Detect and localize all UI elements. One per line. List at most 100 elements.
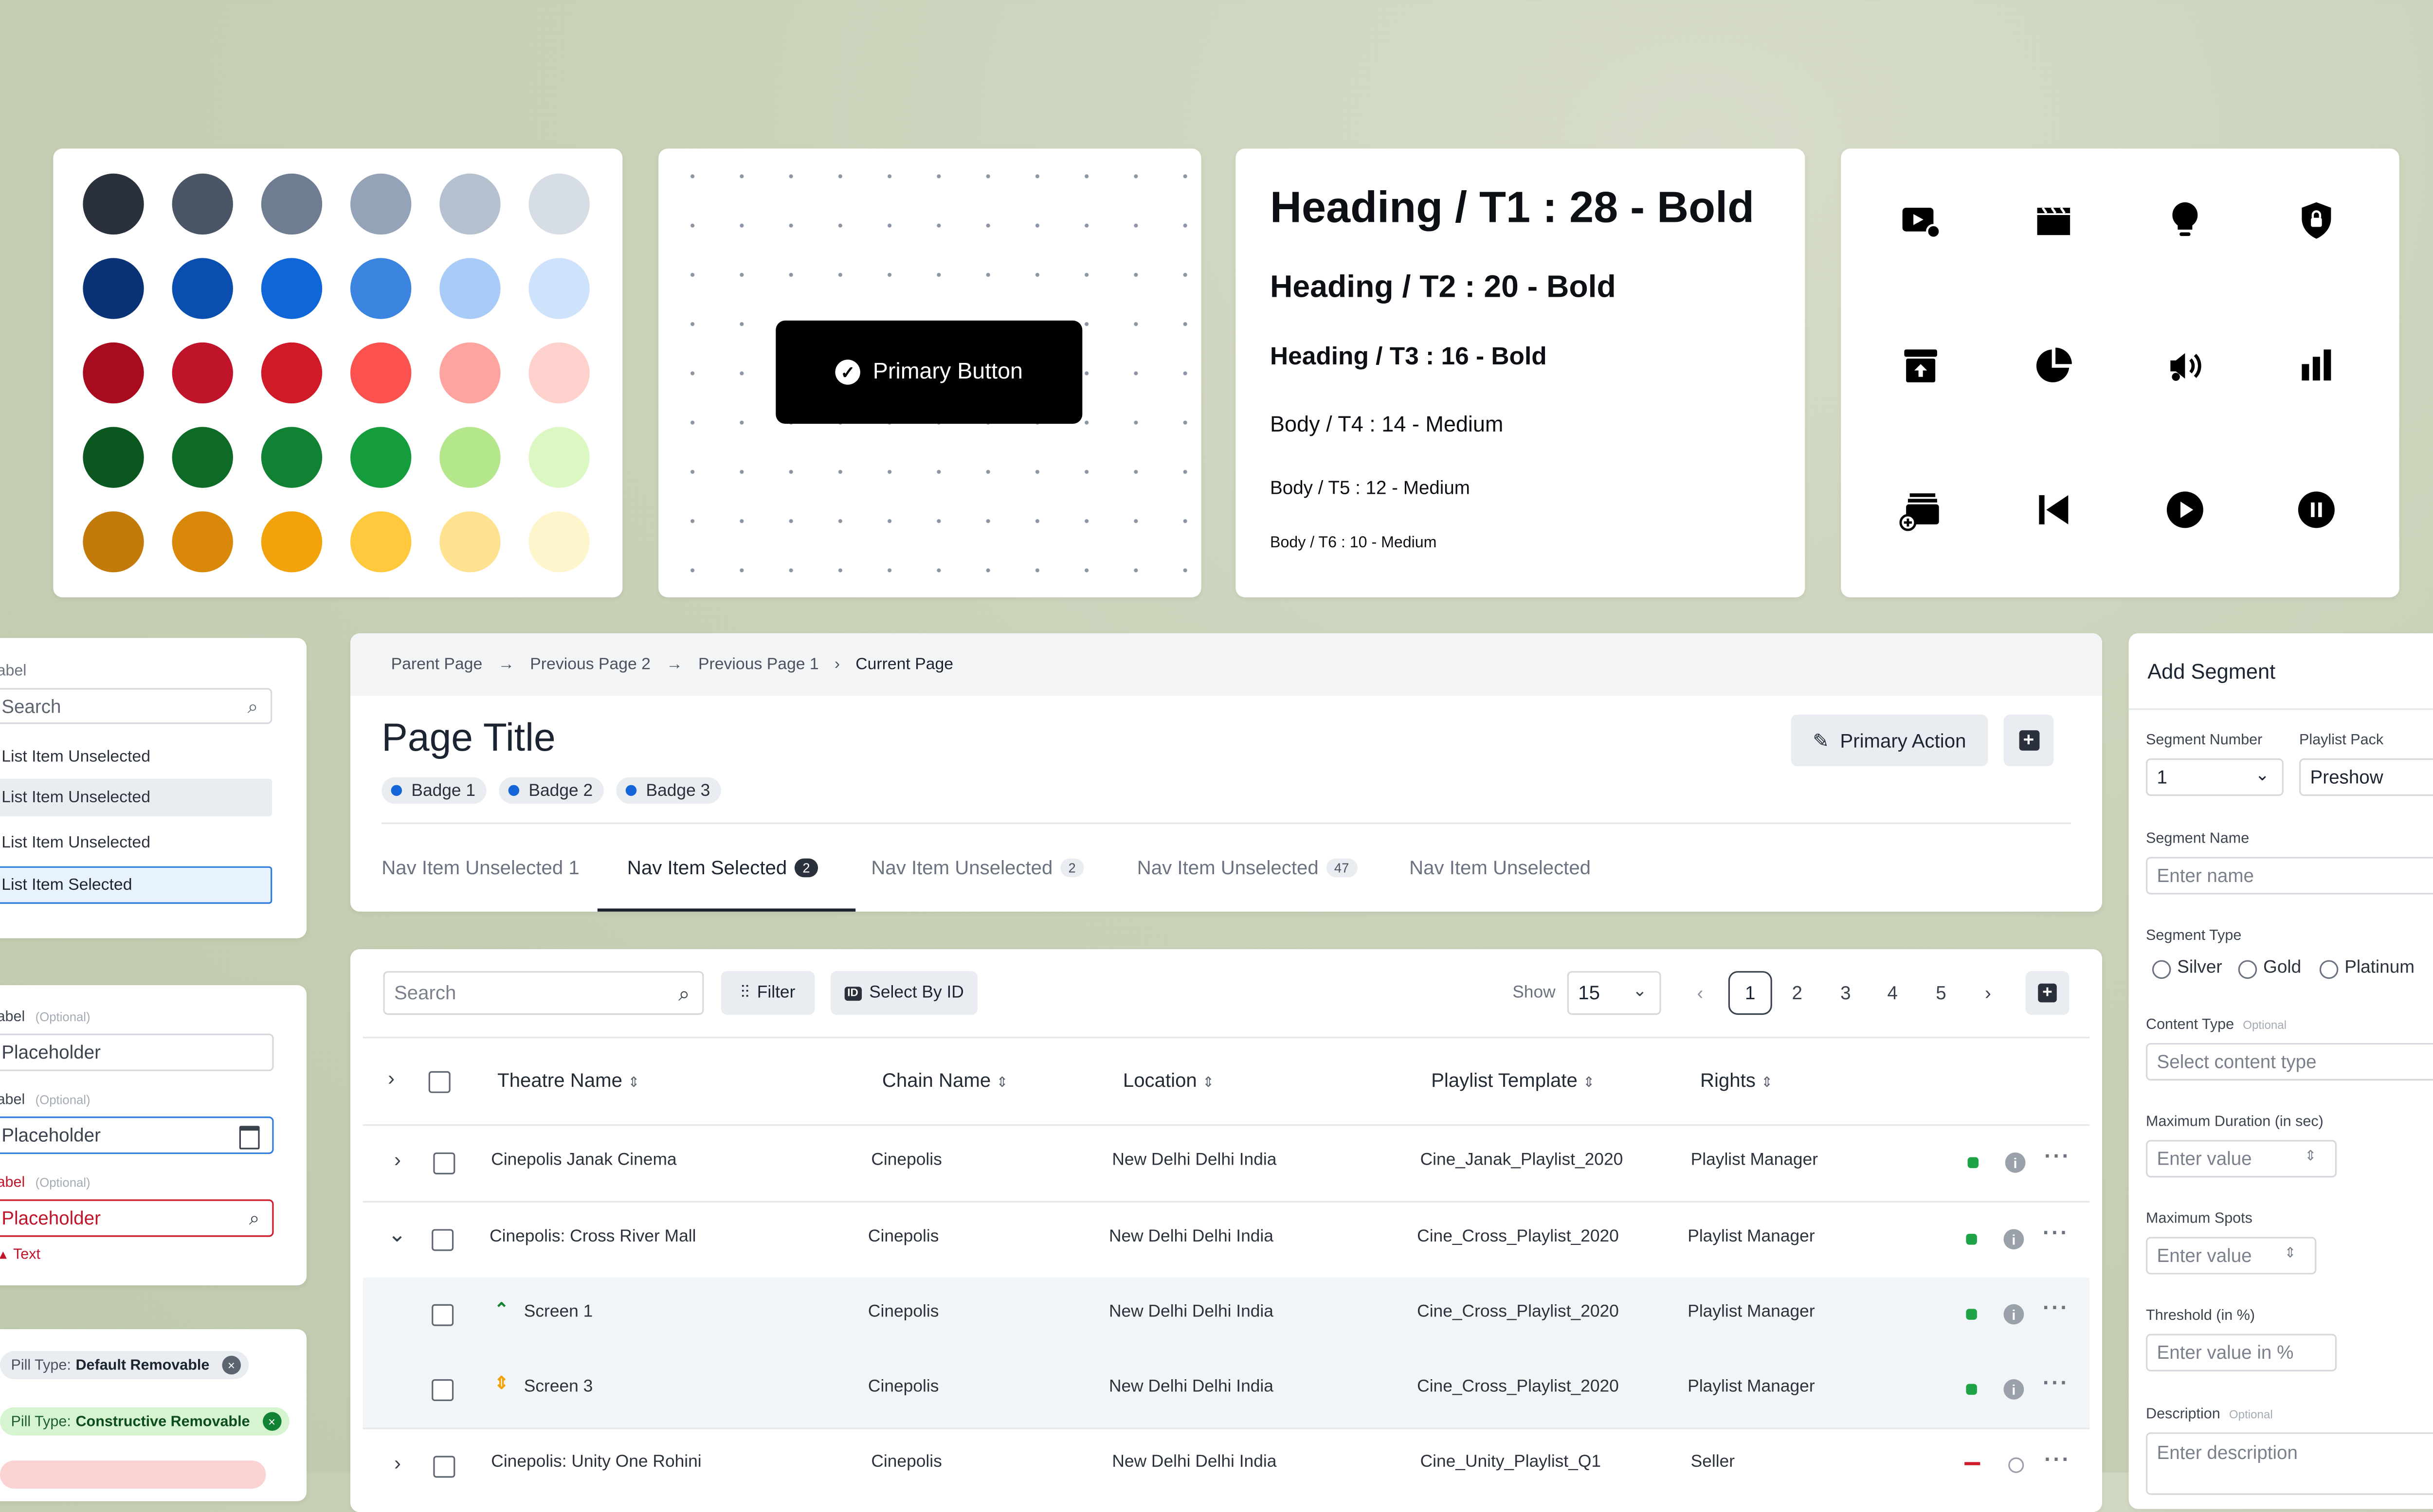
list-search-input[interactable]: Search ⌕ <box>0 688 272 724</box>
more-options-icon[interactable]: ··· <box>2043 1370 2070 1395</box>
color-swatch <box>528 342 590 404</box>
info-icon[interactable]: i <box>2003 1229 2024 1250</box>
info-icon[interactable]: i <box>2003 1379 2024 1400</box>
info-outline-icon[interactable] <box>2008 1457 2024 1473</box>
primary-action-button[interactable]: ✎ Primary Action <box>1791 714 1988 767</box>
pager-next[interactable]: › <box>1966 971 2010 1015</box>
primary-button[interactable]: ✓ Primary Button <box>776 320 1083 424</box>
search-placeholder: Search <box>394 982 456 1004</box>
list-item-selected[interactable]: List Item Selected <box>0 866 272 904</box>
archive-upload-icon <box>1889 335 1952 397</box>
error-field[interactable]: Placeholder ⌕ <box>0 1199 274 1237</box>
threshold-input[interactable]: Enter value in % <box>2146 1333 2337 1371</box>
color-swatch <box>350 342 412 404</box>
close-circle-icon[interactable]: × <box>262 1412 281 1431</box>
column-header-location[interactable]: Location ⇕ <box>1123 1070 1214 1092</box>
pager-page-5[interactable]: 5 <box>1919 971 1963 1015</box>
radio-silver[interactable] <box>2152 960 2171 979</box>
select-by-id-button[interactable]: ID Select By ID <box>830 971 978 1015</box>
breadcrumb-previous-2[interactable]: Previous Page 2 <box>530 655 651 674</box>
stepper-icon[interactable]: ⇕ <box>2305 1148 2316 1165</box>
breadcrumb: Parent Page → Previous Page 2 → Previous… <box>391 655 953 674</box>
close-circle-icon[interactable]: × <box>222 1355 241 1375</box>
check-circle-icon: ✓ <box>835 360 861 385</box>
tab-unselected[interactable]: Nav Item Unselected <box>1409 857 1591 879</box>
table-sub-row[interactable]: ⌃ Screen 1 Cinepolis New Delhi Delhi Ind… <box>363 1278 2090 1352</box>
more-options-icon[interactable]: ··· <box>2043 1295 2070 1319</box>
row-checkbox[interactable] <box>432 1379 454 1402</box>
playlist-pack-field[interactable]: Preshow <box>2299 758 2433 796</box>
row-checkbox[interactable] <box>433 1456 455 1478</box>
pager-page-3[interactable]: 3 <box>1824 971 1868 1015</box>
info-icon[interactable]: i <box>2005 1152 2026 1173</box>
radio-gold[interactable] <box>2238 960 2257 979</box>
table-add-button[interactable]: + <box>2025 971 2070 1015</box>
radio-platinum[interactable] <box>2319 960 2339 979</box>
segment-number-select[interactable]: 1 ⌄ <box>2146 758 2284 796</box>
tab-unselected[interactable]: Nav Item Unselected 47 <box>1137 857 1357 879</box>
tab-selected[interactable]: Nav Item Selected 2 <box>627 857 818 879</box>
list-item[interactable]: List Item Unselected <box>1 833 150 852</box>
table-row[interactable]: › Cinepolis: Unity One Rohini Cinepolis … <box>363 1429 2090 1504</box>
column-header-rights[interactable]: Rights ⇕ <box>1700 1070 1773 1092</box>
search-icon: ⌕ <box>247 696 258 718</box>
table-sub-row[interactable]: ⇕ Screen 3 Cinepolis New Delhi Delhi Ind… <box>363 1352 2090 1427</box>
status-dot <box>1966 1234 1977 1245</box>
pager-prev[interactable]: ‹ <box>1678 971 1722 1015</box>
date-field[interactable]: Placeholder <box>0 1116 274 1154</box>
content-type-select[interactable]: Select content type <box>2146 1043 2433 1081</box>
column-header-playlist-template[interactable]: Playlist Template ⇕ <box>1431 1070 1595 1092</box>
row-checkbox[interactable] <box>432 1229 454 1251</box>
max-duration-stepper[interactable]: Enter value ⇕ <box>2146 1140 2337 1178</box>
row-checkbox[interactable] <box>433 1152 455 1174</box>
description-textarea[interactable]: Enter description <box>2146 1432 2433 1495</box>
color-swatch <box>172 258 233 319</box>
color-swatch <box>261 427 323 488</box>
calendar-icon[interactable] <box>239 1126 260 1150</box>
more-options-icon[interactable]: ··· <box>2043 1220 2070 1244</box>
table-row-expanded[interactable]: ⌄ Cinepolis: Cross River Mall Cinepolis … <box>363 1203 2090 1278</box>
arrow-right-icon: → <box>666 655 683 674</box>
form-panel: abel (Optional) Placeholder abel (Option… <box>0 985 307 1286</box>
pager-page-4[interactable]: 4 <box>1870 971 1914 1015</box>
tab-unselected-1[interactable]: Nav Item Unselected 1 <box>381 857 579 879</box>
chevron-down-icon[interactable]: ⌄ <box>388 1221 406 1248</box>
cell-rights: Playlist Manager <box>1690 1151 1818 1170</box>
chevron-right-icon[interactable]: › <box>394 1148 401 1171</box>
text-field[interactable]: Placeholder <box>0 1033 274 1071</box>
select-all-checkbox[interactable] <box>428 1071 451 1093</box>
cell-chain-name: Cinepolis <box>868 1377 939 1397</box>
list-item-hover[interactable]: List Item Unselected <box>0 778 272 816</box>
info-icon[interactable]: i <box>2003 1304 2024 1325</box>
row-checkbox[interactable] <box>432 1304 454 1326</box>
cell-theatre-name: Cinepolis Janak Cinema <box>491 1151 677 1170</box>
stack-add-icon <box>1889 479 1952 541</box>
breadcrumb-parent[interactable]: Parent Page <box>391 655 483 674</box>
color-swatch <box>172 511 233 573</box>
table-card: Search ⌕ ⫶⫶ Filter ID Select By ID Show … <box>350 949 2103 1512</box>
chevron-right-icon[interactable]: › <box>388 1066 395 1090</box>
status-dot <box>1966 1384 1977 1395</box>
add-button[interactable]: + <box>2003 714 2054 767</box>
pager-page-1[interactable]: 1 <box>1728 971 1772 1015</box>
tab-unselected[interactable]: Nav Item Unselected 2 <box>871 857 1084 879</box>
cell-playlist-template: Cine_Cross_Playlist_2020 <box>1417 1227 1619 1246</box>
field-label: abel (Optional) <box>0 1008 91 1026</box>
column-header-chain-name[interactable]: Chain Name ⇕ <box>882 1070 1008 1092</box>
more-options-icon[interactable]: ··· <box>2044 1446 2071 1471</box>
stepper-icon[interactable]: ⇕ <box>2284 1245 2296 1262</box>
chevron-right-icon[interactable]: › <box>394 1451 401 1475</box>
color-swatch <box>83 173 144 235</box>
max-spots-stepper[interactable]: Enter value ⇕ <box>2146 1237 2317 1275</box>
filter-button[interactable]: ⫶⫶ Filter <box>721 971 815 1015</box>
more-options-icon[interactable]: ··· <box>2044 1143 2071 1168</box>
tab-count: 2 <box>1060 858 1084 878</box>
list-item[interactable]: List Item Unselected <box>1 747 150 766</box>
page-size-select[interactable]: 15 ⌄ <box>1567 971 1661 1015</box>
table-search-input[interactable]: Search ⌕ <box>383 971 704 1015</box>
column-header-theatre-name[interactable]: Theatre Name ⇕ <box>497 1070 639 1092</box>
breadcrumb-previous-1[interactable]: Previous Page 1 <box>698 655 819 674</box>
pager-page-2[interactable]: 2 <box>1775 971 1819 1015</box>
segment-name-input[interactable]: Enter name <box>2146 857 2433 895</box>
table-row[interactable]: › Cinepolis Janak Cinema Cinepolis New D… <box>363 1126 2090 1201</box>
